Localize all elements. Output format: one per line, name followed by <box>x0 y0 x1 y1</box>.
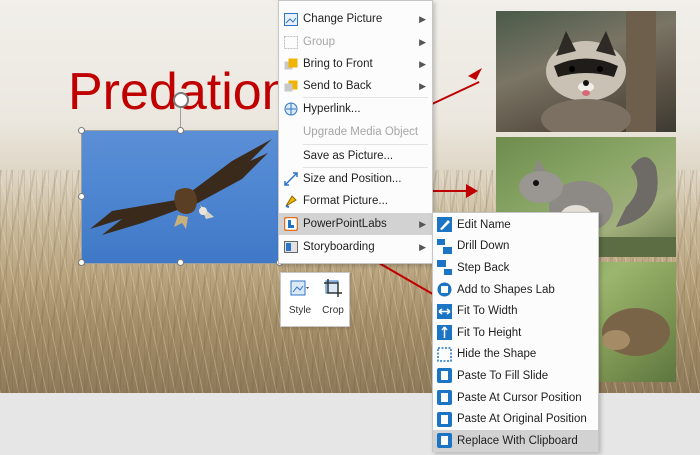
crop-icon <box>324 279 342 297</box>
menu-item-format-picture[interactable]: Format Picture... <box>279 190 432 212</box>
menu-item-bring-to-front[interactable]: Bring to Front ▶ <box>279 53 432 75</box>
resize-handle-top[interactable] <box>177 127 184 134</box>
chevron-right-icon: ▶ <box>419 58 426 69</box>
step-back-icon <box>437 260 452 276</box>
raccoon-picture[interactable] <box>496 11 676 139</box>
resize-handle-left[interactable] <box>78 193 85 200</box>
submenu-item-edit-name[interactable]: Edit Name <box>433 214 598 236</box>
hyperlink-icon <box>283 101 299 117</box>
change-picture-icon <box>283 11 299 27</box>
submenu-item-drill-down[interactable]: Drill Down <box>433 236 598 258</box>
paste-icon <box>437 368 452 384</box>
chevron-right-icon: ▶ <box>419 36 426 47</box>
submenu-item-fit-to-height[interactable]: Fit To Height <box>433 322 598 344</box>
menu-item-upgrade-media: Upgrade Media Object <box>303 126 419 138</box>
style-icon <box>290 280 309 296</box>
eagle-icon <box>90 139 272 235</box>
paste-icon <box>437 390 452 406</box>
style-button[interactable]: Style <box>284 276 316 324</box>
resize-handle-bottom[interactable] <box>177 259 184 266</box>
submenu-item-paste-at-original[interactable]: Paste At Original Position <box>433 408 598 430</box>
resize-handle-bottom-left[interactable] <box>78 259 85 266</box>
send-to-back-icon <box>283 78 299 94</box>
edit-name-icon <box>437 217 452 233</box>
powerpointlabs-icon <box>283 216 299 232</box>
mini-toolbar: Style Crop <box>280 272 350 327</box>
format-picture-icon <box>283 193 299 209</box>
submenu-item-add-to-shapes-lab[interactable]: Add to Shapes Lab <box>433 279 598 301</box>
raccoon-icon <box>541 11 656 139</box>
menu-item-powerpointlabs[interactable]: PowerPointLabs ▶ <box>279 213 432 235</box>
submenu-item-step-back[interactable]: Step Back <box>433 257 598 279</box>
powerpointlabs-submenu: Edit Name Drill Down Step Back Add to Sh… <box>432 212 599 452</box>
submenu-item-replace-with-clipboard[interactable]: Replace With Clipboard <box>433 430 598 452</box>
chevron-right-icon: ▶ <box>419 241 426 252</box>
menu-item-group: Group ▶ <box>279 31 432 53</box>
submenu-item-paste-at-cursor[interactable]: Paste At Cursor Position <box>433 387 598 409</box>
menu-item-hyperlink[interactable]: Hyperlink... <box>279 98 432 120</box>
menu-item-storyboarding[interactable]: Storyboarding ▶ <box>279 236 432 258</box>
shapes-lab-icon <box>437 282 452 297</box>
crop-button[interactable]: Crop <box>317 276 349 324</box>
chevron-right-icon: ▶ <box>419 218 426 229</box>
drill-down-icon <box>437 238 452 254</box>
fit-height-icon <box>437 325 452 341</box>
arrowhead-icon <box>466 184 478 198</box>
chevron-right-icon: ▶ <box>419 13 426 24</box>
hide-shape-icon <box>437 347 452 362</box>
menu-item-send-to-back[interactable]: Send to Back ▶ <box>279 75 432 97</box>
fit-width-icon <box>437 303 452 319</box>
chevron-right-icon: ▶ <box>419 80 426 91</box>
menu-item-change-picture[interactable]: Change Picture ▶ <box>279 8 432 30</box>
paste-icon <box>437 433 452 449</box>
rotate-handle[interactable] <box>173 92 189 108</box>
storyboarding-icon <box>283 239 299 255</box>
group-icon <box>283 34 299 50</box>
context-menu: Change Picture ▶ Group ▶ Bring to Front … <box>278 0 433 264</box>
menu-item-save-as-picture[interactable]: Save as Picture... <box>279 145 432 167</box>
submenu-item-hide-the-shape[interactable]: Hide the Shape <box>433 344 598 366</box>
arrow-to-raccoon <box>431 81 480 105</box>
bring-to-front-icon <box>283 56 299 72</box>
menu-item-size-position[interactable]: Size and Position... <box>279 168 432 190</box>
resize-handle-top-left[interactable] <box>78 127 85 134</box>
submenu-item-fit-to-width[interactable]: Fit To Width <box>433 300 598 322</box>
submenu-item-paste-to-fill-slide[interactable]: Paste To Fill Slide <box>433 365 598 387</box>
size-position-icon <box>283 171 299 187</box>
eagle-picture[interactable] <box>81 130 281 264</box>
arrowhead-icon <box>468 68 482 80</box>
paste-icon <box>437 411 452 427</box>
